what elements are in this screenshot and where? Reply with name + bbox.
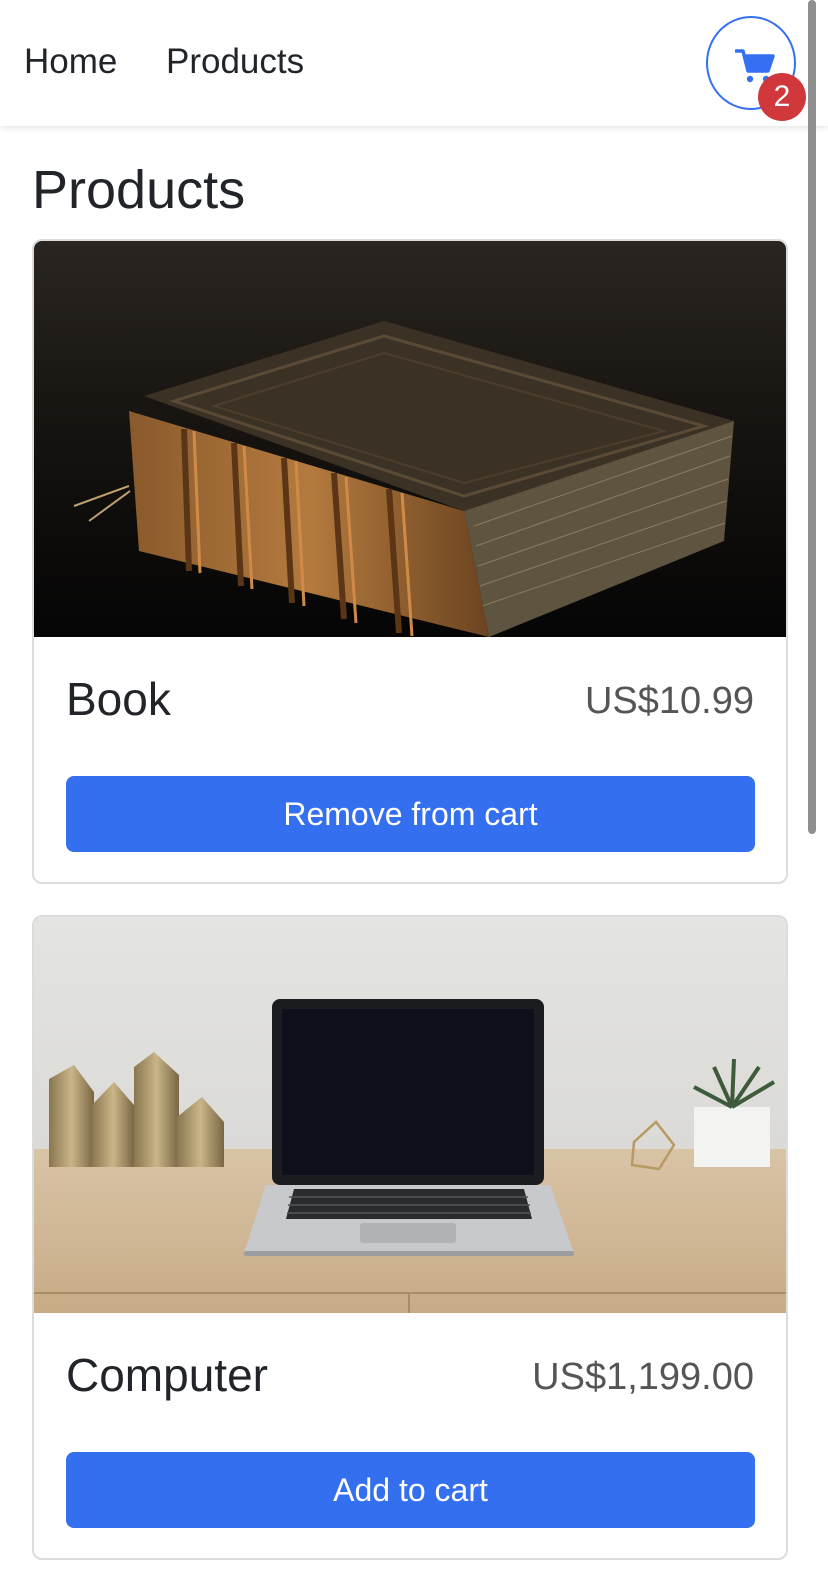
remove-from-cart-button[interactable]: Remove from cart <box>66 776 755 852</box>
top-navbar: Home Products 2 <box>0 0 828 126</box>
nav-link-products[interactable]: Products <box>166 40 304 84</box>
product-card-book: Book US$10.99 Remove from cart <box>32 239 788 884</box>
product-price: US$10.99 <box>584 680 754 722</box>
cart-count-badge: 2 <box>758 73 806 121</box>
product-name: Computer <box>66 1349 268 1401</box>
page-scrollbar[interactable] <box>808 0 816 834</box>
product-card-computer: Computer US$1,199.00 Add to cart <box>32 915 788 1560</box>
product-image-book <box>34 241 786 637</box>
product-price: US$1,199.00 <box>532 1356 754 1398</box>
product-image-computer <box>34 917 786 1313</box>
page-title: Products <box>32 160 246 220</box>
add-to-cart-button[interactable]: Add to cart <box>66 1452 755 1528</box>
product-name: Book <box>66 673 171 725</box>
nav-link-home[interactable]: Home <box>24 40 117 84</box>
